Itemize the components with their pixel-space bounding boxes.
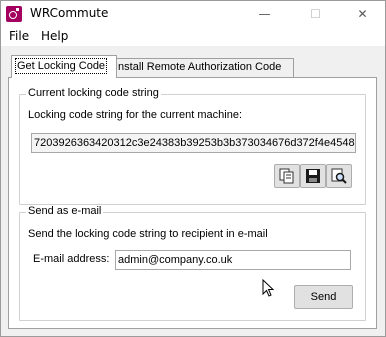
save-icon [306, 169, 320, 183]
locking-code-group: Current locking code string Locking code… [19, 87, 366, 205]
app-icon [6, 6, 22, 22]
app-window: WRCommute — ☐ ✕ File Help Get Locking Co… [0, 0, 386, 337]
locking-code-description: Locking code string for the current mach… [28, 109, 243, 121]
maximize-button[interactable]: ☐ [293, 1, 338, 28]
tab-page: Current locking code string Locking code… [8, 77, 377, 329]
close-button[interactable]: ✕ [340, 1, 385, 28]
minimize-button[interactable]: — [242, 1, 287, 28]
menu-file[interactable]: File [9, 29, 29, 43]
menu-bar: File Help [1, 28, 385, 46]
title-bar: WRCommute — ☐ ✕ [1, 1, 385, 28]
copy-icon [279, 168, 294, 184]
email-label: E-mail address: [33, 253, 110, 265]
tab-get-locking-code[interactable]: Get Locking Code [11, 55, 117, 78]
tab-label: Get Locking Code [15, 58, 108, 74]
menu-help[interactable]: Help [41, 29, 68, 43]
save-button[interactable] [300, 164, 326, 188]
tab-bar: Get Locking Code Install Remote Authoriz… [11, 55, 381, 78]
group-title: Send as e-mail [26, 205, 104, 217]
tab-label: Install Remote Authorization Code [115, 61, 282, 73]
email-group: Send as e-mail Send the locking code str… [19, 205, 366, 321]
email-field[interactable]: admin@company.co.uk [115, 250, 351, 270]
send-button[interactable]: Send [294, 285, 353, 309]
view-button[interactable] [326, 164, 352, 188]
locking-code-field[interactable]: 7203926363420312c3e24383b39253b3b3730346… [31, 133, 356, 153]
copy-button[interactable] [274, 164, 300, 188]
window-title: WRCommute [30, 6, 109, 20]
view-icon [331, 168, 347, 184]
group-title: Current locking code string [26, 87, 161, 99]
tab-install-remote-authorization-code[interactable]: Install Remote Authorization Code [111, 58, 294, 77]
email-description: Send the locking code string to recipien… [28, 228, 268, 240]
mouse-cursor-icon [262, 279, 275, 297]
